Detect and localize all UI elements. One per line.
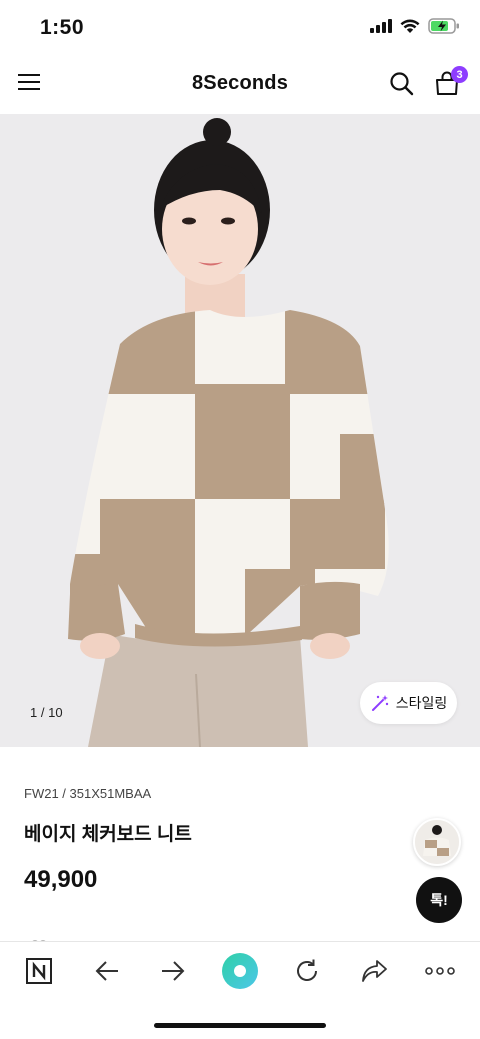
naver-home-button[interactable] bbox=[22, 954, 56, 988]
cart-button[interactable]: 3 bbox=[432, 66, 468, 98]
cellular-signal-icon bbox=[370, 19, 392, 33]
back-button[interactable] bbox=[90, 954, 124, 988]
product-thumbnail-image bbox=[415, 820, 459, 864]
battery-charging-icon bbox=[428, 18, 459, 34]
home-indicator[interactable] bbox=[154, 1023, 326, 1028]
search-button[interactable] bbox=[388, 70, 416, 98]
styling-label: 스타일링 bbox=[395, 695, 448, 711]
naver-n-icon bbox=[26, 958, 52, 984]
more-icon bbox=[425, 967, 455, 975]
product-price: 49,900 bbox=[24, 866, 98, 893]
styling-button[interactable]: 스타일링 bbox=[360, 682, 457, 724]
magic-wand-icon bbox=[371, 695, 388, 711]
browser-toolbar bbox=[0, 941, 480, 1003]
hamburger-line bbox=[18, 81, 40, 83]
search-icon bbox=[390, 72, 414, 96]
status-time: 1:50 bbox=[40, 16, 85, 39]
share-button[interactable] bbox=[357, 954, 391, 988]
product-thumbnail-button[interactable] bbox=[413, 818, 461, 866]
back-arrow-icon bbox=[95, 961, 118, 981]
green-dot-button[interactable] bbox=[221, 952, 259, 990]
forward-arrow-icon bbox=[162, 961, 185, 981]
forward-button[interactable] bbox=[156, 954, 190, 988]
product-image[interactable] bbox=[0, 114, 480, 747]
status-icons bbox=[370, 18, 460, 34]
model-photo bbox=[0, 114, 480, 747]
hamburger-line bbox=[18, 88, 40, 90]
chat-button[interactable]: 톡! bbox=[416, 877, 462, 923]
cart-count-badge: 3 bbox=[451, 66, 468, 83]
app-header: 8Seconds 3 bbox=[0, 56, 480, 114]
share-icon bbox=[362, 960, 387, 982]
product-name: 베이지 체커보드 니트 bbox=[24, 824, 192, 845]
image-counter: 1 / 10 bbox=[30, 705, 63, 720]
more-button[interactable] bbox=[423, 954, 457, 988]
reload-button[interactable] bbox=[290, 954, 324, 988]
green-dot-icon bbox=[222, 953, 258, 989]
image-counter-total: / 10 bbox=[40, 705, 63, 720]
image-counter-current: 1 bbox=[30, 705, 38, 720]
wifi-icon bbox=[400, 19, 420, 33]
reload-icon bbox=[297, 959, 317, 981]
hamburger-line bbox=[18, 74, 40, 76]
menu-button[interactable] bbox=[18, 70, 44, 98]
product-code: FW21 / 351X51MBAA bbox=[24, 786, 152, 801]
status-bar: 1:50 bbox=[0, 0, 480, 56]
